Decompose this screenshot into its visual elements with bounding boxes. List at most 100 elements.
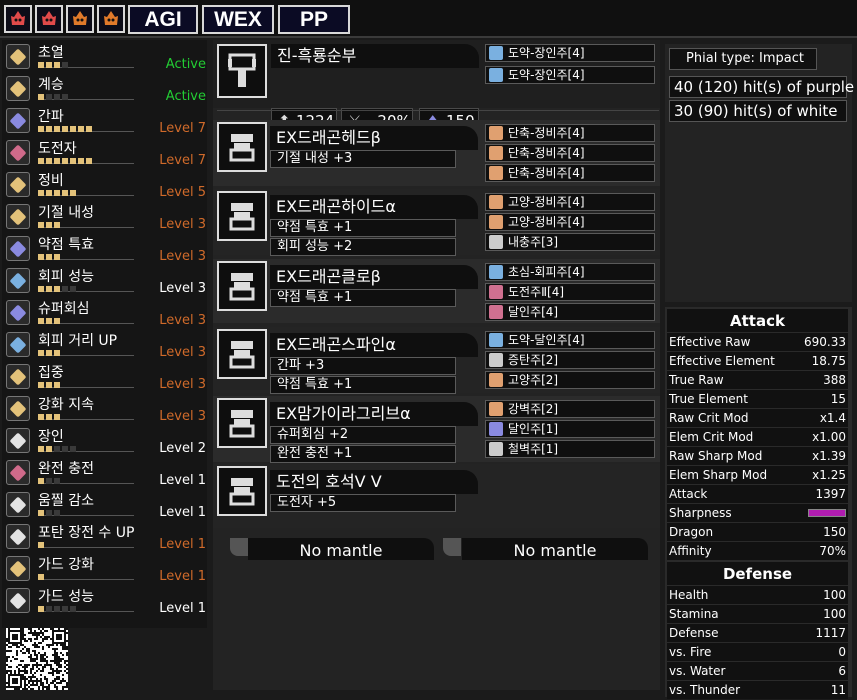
stat-value: x1.39 [812,449,846,463]
armor-deco-slot[interactable]: 초심-회피주[4] [485,263,655,281]
skill-gem-icon [6,332,30,357]
armor-deco-slot[interactable]: 고양-정비주[4] [485,213,655,231]
skill-row[interactable]: 약점 특효 Level 3 [6,234,206,264]
skill-row[interactable]: 슈퍼회심 Level 3 [6,298,206,328]
armor-deco-slot[interactable]: 단축-정비주[4] [485,144,655,162]
skill-pip [54,126,60,132]
skill-gem-icon [6,204,30,229]
skill-level: Level 1 [159,473,206,488]
stat-value: x1.4 [819,411,846,425]
flame-creature-icon-4[interactable] [97,5,125,33]
stat-label: Raw Sharp Mod [669,449,763,463]
chest-icon[interactable] [217,191,267,241]
armor-deco-slot[interactable]: 고양-정비주[4] [485,193,655,211]
skill-name: 초열 [38,45,64,61]
skill-row[interactable]: 간파 Level 7 [6,106,206,136]
gem-shape [9,112,27,129]
weapon-name[interactable]: 진-흑룡순부 [271,44,479,68]
weapon-deco-1[interactable]: 도약-장인주[4] [485,44,655,62]
skill-level-bar [38,350,134,356]
skill-gem-icon [6,268,30,293]
stat-value: 100 [823,607,846,621]
skill-pip [38,478,44,484]
armor-deco-slot[interactable]: 증탄주[2] [485,351,655,369]
decoration-icon [489,126,503,140]
stat-row: Sharpness [667,503,848,522]
skill-row[interactable]: 장인 Level 2 [6,426,206,456]
mantle-slot-1[interactable]: No mantle [248,538,434,560]
skill-row[interactable]: 집중 Level 3 [6,362,206,392]
skill-level: Level 1 [159,569,206,584]
armor-deco-slot[interactable]: 달인주[4] [485,303,655,321]
weapon-deco-2[interactable]: 도약-장인주[4] [485,66,655,84]
armor-deco-slot[interactable]: 달인주[1] [485,420,655,438]
mantle-slot-2[interactable]: No mantle [462,538,648,560]
skill-row[interactable]: 움찔 감소 Level 1 [6,490,206,520]
armor-name[interactable]: EX드래곤헤드β [270,126,478,150]
skill-row[interactable]: 계승 Active [6,74,206,104]
skill-level: Level 3 [159,377,206,392]
skill-pip [46,606,52,612]
flame-creature-icon-2[interactable] [35,5,63,33]
tab-pp[interactable]: PP [278,5,350,34]
arm-icon[interactable] [217,261,267,311]
helmet-icon[interactable] [217,122,267,172]
stat-label: Effective Raw [669,335,751,349]
skill-row[interactable]: 가드 강화 Level 1 [6,554,206,584]
skill-row[interactable]: 회피 거리 UP Level 3 [6,330,206,360]
skill-row[interactable]: 강화 지속 Level 3 [6,394,206,424]
waist-icon[interactable] [217,329,267,379]
sharpness-bar [808,509,846,517]
armor-skill: 약점 특효 +1 [270,219,456,237]
flame-creature-icon-1[interactable] [4,5,32,33]
armor-deco-slot[interactable]: 강벽주[2] [485,400,655,418]
stat-value: 70% [819,544,846,558]
armor-skill: 완전 충전 +1 [270,445,456,463]
armor-deco-slot[interactable]: 단축-정비주[4] [485,124,655,142]
skill-level-bar [38,574,134,580]
armor-name[interactable]: EX드래곤하이드α [270,195,478,219]
skill-pip [70,286,76,292]
armor-name[interactable]: EX드래곤스파인α [270,333,478,357]
skill-pip [54,606,60,612]
gem-shape [9,240,27,257]
skill-row[interactable]: 기절 내성 Level 3 [6,202,206,232]
skill-row[interactable]: 완전 충전 Level 1 [6,458,206,488]
flame-creature-icon-3[interactable] [66,5,94,33]
skill-row[interactable]: 회피 성능 Level 3 [6,266,206,296]
stat-label: Defense [669,626,719,640]
deco-label: 달인주[1] [508,422,559,436]
gem-shape [9,272,27,289]
skill-row[interactable]: 가드 성능 Level 1 [6,586,206,616]
stat-row: Stamina 100 [667,604,848,623]
skill-level: Active [165,57,206,72]
armor-deco-slot[interactable]: 단축-정비주[4] [485,164,655,182]
armor-name[interactable]: EX맘가이라그리브α [270,402,478,426]
stat-label: Stamina [669,607,719,621]
skill-gem-icon [6,76,30,101]
skill-row[interactable]: 정비 Level 5 [6,170,206,200]
stat-label: vs. Thunder [669,683,741,697]
tab-wex[interactable]: WEX [202,5,274,34]
armor-deco-slot[interactable]: 도전주Ⅱ[4] [485,283,655,301]
tab-agi[interactable]: AGI [128,5,198,34]
skill-row[interactable]: 도전자 Level 7 [6,138,206,168]
armor-deco-slot[interactable]: 고양주[2] [485,371,655,389]
armor-deco-slot[interactable]: 도약-달인주[4] [485,331,655,349]
skill-gem-icon [6,44,30,69]
skill-row[interactable]: 포탄 장전 수 UP Level 1 [6,522,206,552]
skill-pip [46,190,52,196]
skill-name: 약점 특효 [38,237,94,253]
weapon-icon[interactable] [217,44,267,98]
armor-name[interactable]: EX드래곤클로β [270,265,478,289]
armor-deco-slot[interactable]: 내충주[3] [485,233,655,251]
skill-row[interactable]: 초열 Active [6,42,206,72]
skill-level: Level 3 [159,249,206,264]
charm-icon[interactable] [217,466,267,516]
deco-label: 달인주[4] [508,305,559,319]
stat-row: True Raw 388 [667,370,848,389]
leg-icon[interactable] [217,398,267,448]
armor-name[interactable]: 도전의 호석Ⅴ Ⅴ [270,470,478,494]
armor-deco-slot[interactable]: 철벽주[1] [485,440,655,458]
skill-pip [38,254,44,260]
